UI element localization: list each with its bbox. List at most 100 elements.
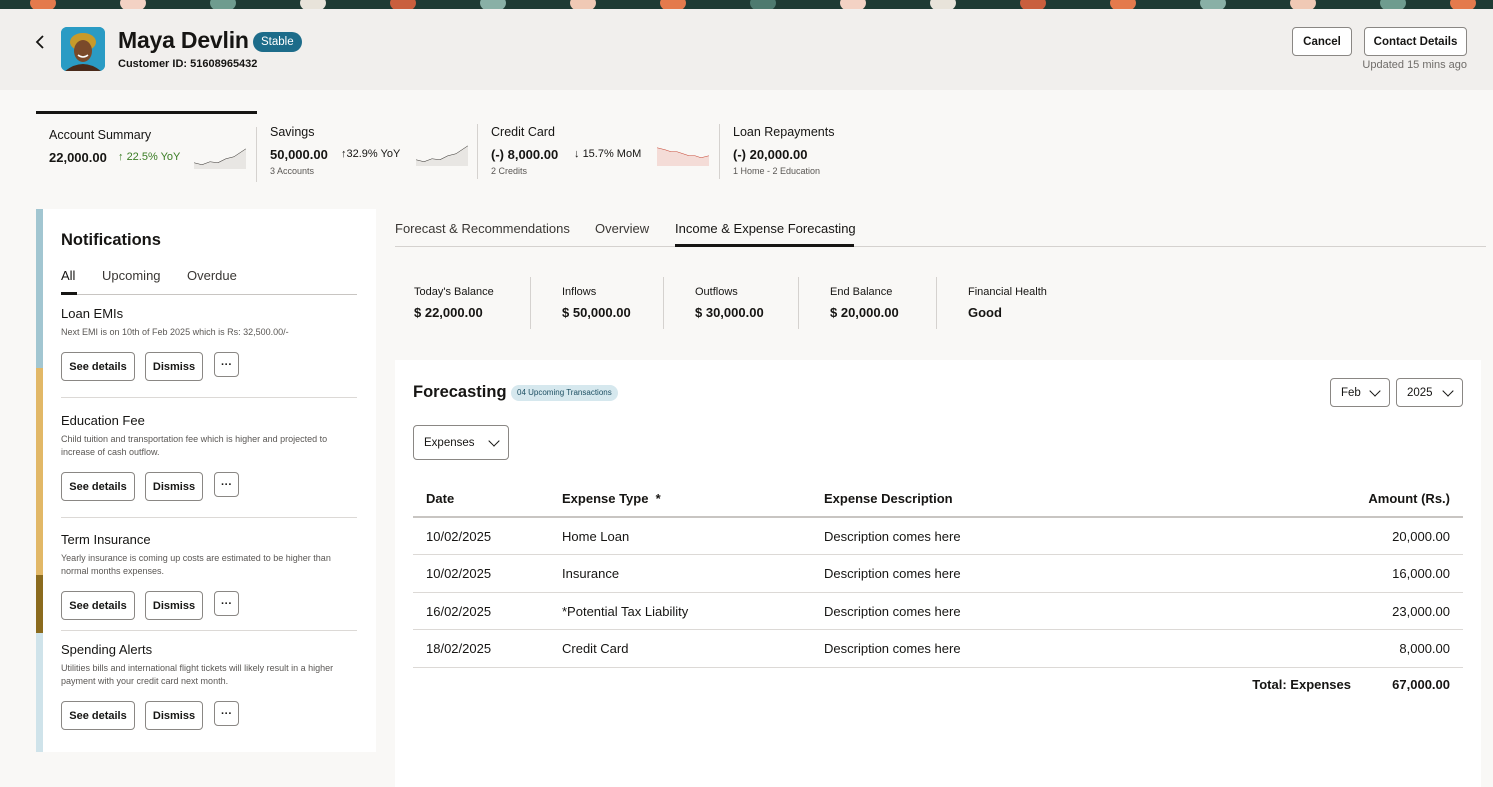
dismiss-button[interactable]: Dismiss <box>145 352 203 381</box>
back-button[interactable] <box>30 31 52 53</box>
metric-label: Inflows <box>562 286 597 298</box>
summary-label: Savings <box>270 125 315 139</box>
metric-value: $ 20,000.00 <box>830 305 899 320</box>
notification-strip <box>36 368 43 575</box>
column-header[interactable]: Date <box>426 480 454 517</box>
tab-forecast-recommendations[interactable]: Forecast & Recommendations <box>395 221 570 247</box>
summary-sub: 3 Accounts <box>270 166 315 176</box>
metric-value: $ 22,000.00 <box>414 305 483 320</box>
metric-divider <box>798 277 799 329</box>
transaction-type-select[interactable]: Expenses <box>413 425 509 460</box>
table-row[interactable]: 18/02/2025 Credit Card Description comes… <box>413 630 1463 668</box>
metric-divider <box>530 277 531 329</box>
customer-name: Maya Devlin <box>118 27 249 53</box>
column-header[interactable]: Amount (Rs.) <box>1368 480 1450 517</box>
metric-label: Outflows <box>695 286 738 298</box>
table-row[interactable]: 16/02/2025 *Potential Tax Liability Desc… <box>413 593 1463 630</box>
arrow-up-icon: ↑ <box>118 151 124 163</box>
cell-expense-type: *Potential Tax Liability <box>562 603 689 619</box>
cell-amount: 16,000.00 <box>1392 566 1450 581</box>
cell-date: 10/02/2025 <box>426 528 492 544</box>
notification-title: Education Fee <box>61 413 145 428</box>
metric-value: Good <box>968 305 1002 320</box>
summary-card-credit[interactable]: Credit Card (-) 8,000.00 ↓ 15.7% MoM 2 C… <box>478 111 720 181</box>
notification-desc: Next EMI is on 10th of Feb 2025 which is… <box>61 327 289 337</box>
notifications-panel: Notifications All Upcoming Overdue Loan … <box>36 209 376 752</box>
total-label: Total: Expenses <box>1252 677 1351 692</box>
notification-strip <box>36 209 43 368</box>
notification-item: Loan EMIs Next EMI is on 10th of Feb 202… <box>61 306 357 386</box>
metric-label: End Balance <box>830 286 893 298</box>
tab-overview[interactable]: Overview <box>595 221 649 247</box>
status-badge: Stable <box>253 32 302 52</box>
notifications-title: Notifications <box>61 231 161 249</box>
summary-label: Loan Repayments <box>733 125 835 139</box>
cell-date: 18/02/2025 <box>426 641 492 656</box>
more-options-button[interactable]: ··· <box>214 472 239 497</box>
metric-value: $ 50,000.00 <box>562 305 631 320</box>
tab-all[interactable]: All <box>61 268 77 295</box>
table-row[interactable]: 10/02/2025 Home Loan Description comes h… <box>413 518 1463 555</box>
month-select[interactable]: Feb <box>1330 378 1390 407</box>
see-details-button[interactable]: See details <box>61 472 135 501</box>
summary-label: Credit Card <box>491 125 555 139</box>
summary-trend: ↑32.9% YoY <box>341 148 401 160</box>
cell-amount: 20,000.00 <box>1392 528 1450 544</box>
cell-expense-type: Credit Card <box>562 641 629 656</box>
summary-label: Account Summary <box>49 128 152 142</box>
expense-table: Date Expense Type * Expense Description … <box>413 480 1463 668</box>
notification-desc: Utilities bills and international flight… <box>61 663 334 686</box>
summary-card-loan[interactable]: Loan Repayments (-) 20,000.00 1 Home - 2… <box>720 111 920 181</box>
customer-id: Customer ID: 51608965432 <box>118 58 258 70</box>
column-header[interactable]: Expense Type * <box>562 480 661 517</box>
metric-label: Financial Health <box>968 286 1047 298</box>
cell-description: Description comes here <box>824 603 961 619</box>
see-details-button[interactable]: See details <box>61 352 135 381</box>
notification-title: Spending Alerts <box>61 642 153 657</box>
sparkline-icon <box>657 147 709 166</box>
cancel-button[interactable]: Cancel <box>1292 27 1352 56</box>
summary-value: 22,000.00 <box>49 150 107 165</box>
summary-sub: 2 Credits <box>491 166 528 176</box>
summary-card-account[interactable]: Account Summary 22,000.00 ↑ 22.5% YoY <box>36 111 257 182</box>
notification-title: Loan EMIs <box>61 306 124 321</box>
cell-amount: 23,000.00 <box>1392 603 1450 619</box>
more-options-button[interactable]: ··· <box>214 701 239 726</box>
more-options-button[interactable]: ··· <box>214 352 239 377</box>
total-value: 67,000.00 <box>1392 677 1450 692</box>
updated-timestamp: Updated 15 mins ago <box>1362 59 1467 71</box>
tab-overdue[interactable]: Overdue <box>187 268 237 295</box>
notification-title: Term Insurance <box>61 532 151 547</box>
main-tabs: Forecast & Recommendations Overview Inco… <box>395 209 1486 247</box>
more-options-button[interactable]: ··· <box>214 591 239 616</box>
tab-upcoming[interactable]: Upcoming <box>102 268 161 295</box>
see-details-button[interactable]: See details <box>61 701 135 730</box>
table-row[interactable]: 10/02/2025 Insurance Description comes h… <box>413 555 1463 593</box>
summary-sub: 1 Home - 2 Education <box>733 166 821 176</box>
chevron-left-icon <box>35 35 44 49</box>
summary-card-savings[interactable]: Savings 50,000.00 ↑32.9% YoY 3 Accounts <box>257 111 478 181</box>
summary-trend: ↓ 15.7% MoM <box>574 148 642 160</box>
notification-divider <box>61 630 357 631</box>
forecasting-title: Forecasting <box>413 383 507 401</box>
dismiss-button[interactable]: Dismiss <box>145 591 203 620</box>
dismiss-button[interactable]: Dismiss <box>145 472 203 501</box>
metric-divider <box>936 277 937 329</box>
column-header[interactable]: Expense Description <box>824 480 953 517</box>
chevron-down-icon <box>1369 384 1381 397</box>
chevron-down-icon <box>1442 384 1454 397</box>
contact-details-button[interactable]: Contact Details <box>1364 27 1467 56</box>
table-header: Date Expense Type * Expense Description … <box>413 480 1463 518</box>
see-details-button[interactable]: See details <box>61 591 135 620</box>
tab-income-expense-forecasting[interactable]: Income & Expense Forecasting <box>675 221 856 247</box>
notification-item: Term Insurance Yearly insurance is comin… <box>61 532 357 632</box>
year-select[interactable]: 2025 <box>1396 378 1463 407</box>
month-select-value: Feb <box>1341 386 1361 399</box>
summary-value: 50,000.00 <box>270 147 328 162</box>
cell-expense-type: Insurance <box>562 566 620 581</box>
metric-label: Today's Balance <box>414 286 494 298</box>
dismiss-button[interactable]: Dismiss <box>145 701 203 730</box>
cell-description: Description comes here <box>824 641 961 656</box>
notification-desc: Child tuition and transportation fee whi… <box>61 434 328 457</box>
summary-value: (-) 20,000.00 <box>733 147 808 162</box>
